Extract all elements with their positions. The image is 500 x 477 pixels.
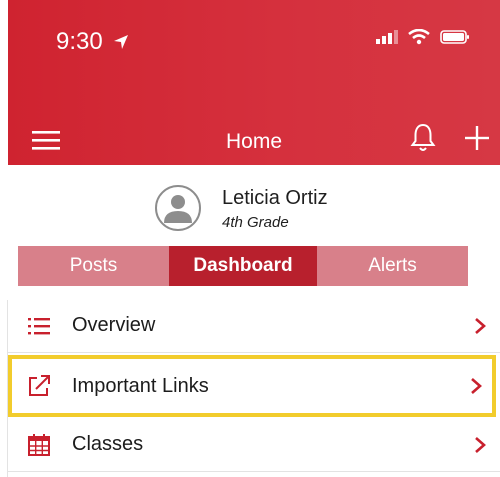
tab-alerts[interactable]: Alerts xyxy=(317,246,468,286)
status-time-text: 9:30 xyxy=(56,28,103,55)
menu-item-overview[interactable]: Overview xyxy=(8,300,500,353)
avatar xyxy=(155,185,201,231)
bell-icon[interactable] xyxy=(410,122,436,154)
list-icon xyxy=(28,318,50,335)
location-arrow-icon xyxy=(113,35,128,49)
nav-bar: Home xyxy=(8,118,500,164)
profile-section: Leticia Ortiz 4th Grade xyxy=(8,165,500,245)
menu-item-important-links[interactable]: Important Links xyxy=(8,355,496,417)
user-name: Leticia Ortiz xyxy=(222,187,328,209)
menu-item-label: Important Links xyxy=(72,375,209,397)
user-grade: 4th Grade xyxy=(222,214,289,231)
signal-icon xyxy=(376,30,398,44)
wifi-icon xyxy=(408,29,430,45)
segmented-tabs: Posts Dashboard Alerts xyxy=(18,246,468,286)
chevron-right-icon xyxy=(475,318,486,334)
dashboard-menu: Overview Important Links Classes xyxy=(8,300,500,472)
chevron-right-icon xyxy=(471,378,482,394)
status-time: 9:30 xyxy=(56,28,129,56)
plus-icon[interactable] xyxy=(463,124,491,152)
app-header: 9:30 Home xyxy=(8,0,500,165)
menu-item-label: Classes xyxy=(72,433,144,455)
status-icons xyxy=(376,29,470,45)
chevron-right-icon xyxy=(475,437,486,453)
menu-item-classes[interactable]: Classes xyxy=(8,419,500,472)
tab-dashboard[interactable]: Dashboard xyxy=(169,246,317,286)
calendar-icon xyxy=(28,434,50,456)
external-link-icon xyxy=(29,375,50,396)
user-avatar-icon xyxy=(164,195,192,223)
menu-item-label: Overview xyxy=(72,314,156,336)
battery-icon xyxy=(440,30,469,44)
tab-posts[interactable]: Posts xyxy=(18,246,169,286)
